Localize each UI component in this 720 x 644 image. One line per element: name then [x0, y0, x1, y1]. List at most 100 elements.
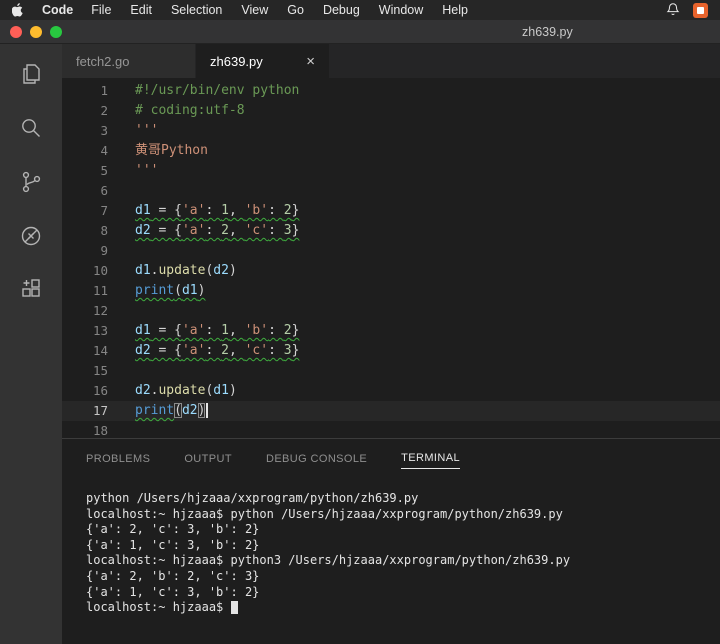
code-line[interactable]: 9 — [62, 241, 720, 261]
menu-item-file[interactable]: File — [91, 3, 111, 17]
tab-label: fetch2.go — [76, 54, 130, 69]
line-number: 4 — [62, 141, 108, 161]
code-line[interactable]: 7 d1 = {'a': 1, 'b': 2} — [62, 201, 720, 221]
menu-item-edit[interactable]: Edit — [130, 3, 152, 17]
menu-item-view[interactable]: View — [241, 3, 268, 17]
code-text: d2 = {'a': 2, 'c': 3} — [135, 221, 299, 241]
code-text: # coding:utf-8 — [135, 101, 245, 121]
code-line[interactable]: 10 d1.update(d2) — [62, 261, 720, 281]
text-cursor — [206, 403, 208, 418]
main-area: fetch2.go zh639.py × 1 #!/usr/bin/env pytho… — [0, 44, 720, 644]
code-line[interactable]: 1 #!/usr/bin/env python — [62, 81, 720, 101]
window-title-bar[interactable]: zh639.py — [0, 20, 720, 44]
zoom-window-button[interactable] — [50, 26, 62, 38]
code-text: print(d1) — [135, 281, 205, 301]
terminal-line: {'a': 1, 'c': 3, 'b': 2} — [86, 538, 720, 554]
code-line[interactable]: 14 d2 = {'a': 2, 'c': 3} — [62, 341, 720, 361]
menu-item-window[interactable]: Window — [379, 3, 423, 17]
code-line[interactable]: 16 d2.update(d1) — [62, 381, 720, 401]
code-text: d1 = {'a': 1, 'b': 2} — [135, 321, 299, 341]
panel-tab-output[interactable]: OUTPUT — [184, 448, 232, 469]
line-number: 5 — [62, 161, 108, 181]
code-text: #!/usr/bin/env python — [135, 81, 299, 101]
line-number: 16 — [62, 381, 108, 401]
code-text: d2.update(d1) — [135, 381, 237, 401]
traffic-lights — [10, 26, 62, 38]
screen: Code File Edit Selection View Go Debug Window H… — [0, 0, 720, 644]
debug-icon[interactable] — [17, 222, 45, 250]
editor-column: fetch2.go zh639.py × 1 #!/usr/bin/env pytho… — [62, 44, 720, 644]
editor-lines: 1 #!/usr/bin/env python 2 # coding:utf-8 3 ''… — [62, 81, 720, 438]
app-badge-icon[interactable] — [693, 3, 708, 18]
panel: PROBLEMS OUTPUT DEBUG CONSOLE TERMINAL pyth… — [62, 438, 720, 644]
window-title: zh639.py — [522, 25, 573, 39]
code-text: print(d2) — [135, 401, 208, 421]
tab-fetch2.go[interactable]: fetch2.go — [62, 44, 196, 78]
line-number: 18 — [62, 421, 108, 438]
panel-tab-terminal[interactable]: TERMINAL — [401, 447, 460, 469]
editor[interactable]: 1 #!/usr/bin/env python 2 # coding:utf-8 3 ''… — [62, 78, 720, 438]
code-line[interactable]: 12 — [62, 301, 720, 321]
code-line[interactable]: 15 — [62, 361, 720, 381]
code-text: d1 = {'a': 1, 'b': 2} — [135, 201, 299, 221]
line-number: 17 — [62, 401, 108, 421]
menu-items: File Edit Selection View Go Debug Window Help — [91, 3, 468, 17]
search-icon[interactable] — [17, 114, 45, 142]
extensions-icon[interactable] — [17, 276, 45, 304]
code-line[interactable]: 11 print(d1) — [62, 281, 720, 301]
line-number: 1 — [62, 81, 108, 101]
macos-menu-bar: Code File Edit Selection View Go Debug Window H… — [0, 0, 720, 20]
code-line[interactable]: 18 — [62, 421, 720, 438]
code-text: 黄哥Python — [135, 141, 208, 161]
line-number: 2 — [62, 101, 108, 121]
code-text: ''' — [135, 121, 158, 141]
code-text: d1.update(d2) — [135, 261, 237, 281]
code-line[interactable]: 8d2 = {'a': 2, 'c': 3} — [62, 221, 720, 241]
tab-label: zh639.py — [210, 54, 263, 69]
tab-bar: fetch2.go zh639.py × — [62, 44, 720, 78]
terminal-line: localhost:~ hjzaaa$ python3 /Users/hjzaa… — [86, 553, 720, 569]
terminal-line: python /Users/hjzaaa/xxprogram/python/zh… — [86, 491, 720, 507]
line-number: 7 — [62, 201, 108, 221]
close-window-button[interactable] — [10, 26, 22, 38]
code-line[interactable]: 13 d1 = {'a': 1, 'b': 2} — [62, 321, 720, 341]
bell-icon[interactable] — [666, 2, 680, 19]
line-number: 12 — [62, 301, 108, 321]
apple-menu-icon[interactable] — [12, 3, 24, 17]
panel-tab-problems[interactable]: PROBLEMS — [86, 448, 150, 469]
minimize-window-button[interactable] — [30, 26, 42, 38]
terminal-output[interactable]: python /Users/hjzaaa/xxprogram/python/zh… — [62, 477, 720, 644]
code-line[interactable]: 6 — [62, 181, 720, 201]
menu-bar-right — [666, 2, 708, 19]
line-number: 15 — [62, 361, 108, 381]
tab-close-icon[interactable]: × — [306, 54, 315, 69]
line-number: 13 — [62, 321, 108, 341]
menu-item-go[interactable]: Go — [287, 3, 304, 17]
terminal-line: {'a': 2, 'b': 2, 'c': 3} — [86, 569, 720, 585]
terminal-line: localhost:~ hjzaaa$ — [86, 600, 720, 616]
line-number: 14 — [62, 341, 108, 361]
panel-tabs: PROBLEMS OUTPUT DEBUG CONSOLE TERMINAL — [62, 439, 720, 477]
files-icon[interactable] — [17, 60, 45, 88]
code-line[interactable]: 17 print(d2) — [62, 401, 720, 421]
source-control-icon[interactable] — [17, 168, 45, 196]
line-number: 10 — [62, 261, 108, 281]
menu-app-name[interactable]: Code — [42, 3, 73, 17]
terminal-line: {'a': 1, 'c': 3, 'b': 2} — [86, 585, 720, 601]
code-line[interactable]: 3 ''' — [62, 121, 720, 141]
line-number: 11 — [62, 281, 108, 301]
line-number: 9 — [62, 241, 108, 261]
terminal-line: {'a': 2, 'c': 3, 'b': 2} — [86, 522, 720, 538]
menu-item-help[interactable]: Help — [442, 3, 468, 17]
menu-item-debug[interactable]: Debug — [323, 3, 360, 17]
line-number: 3 — [62, 121, 108, 141]
code-line[interactable]: 2 # coding:utf-8 — [62, 101, 720, 121]
code-text: d2 = {'a': 2, 'c': 3} — [135, 341, 299, 361]
tab-zh639.py[interactable]: zh639.py × — [196, 44, 330, 78]
terminal-cursor — [231, 601, 238, 614]
panel-tab-debug-console[interactable]: DEBUG CONSOLE — [266, 448, 367, 469]
menu-item-selection[interactable]: Selection — [171, 3, 222, 17]
code-line[interactable]: 4 黄哥Python — [62, 141, 720, 161]
code-line[interactable]: 5 ''' — [62, 161, 720, 181]
code-text: ''' — [135, 161, 158, 181]
